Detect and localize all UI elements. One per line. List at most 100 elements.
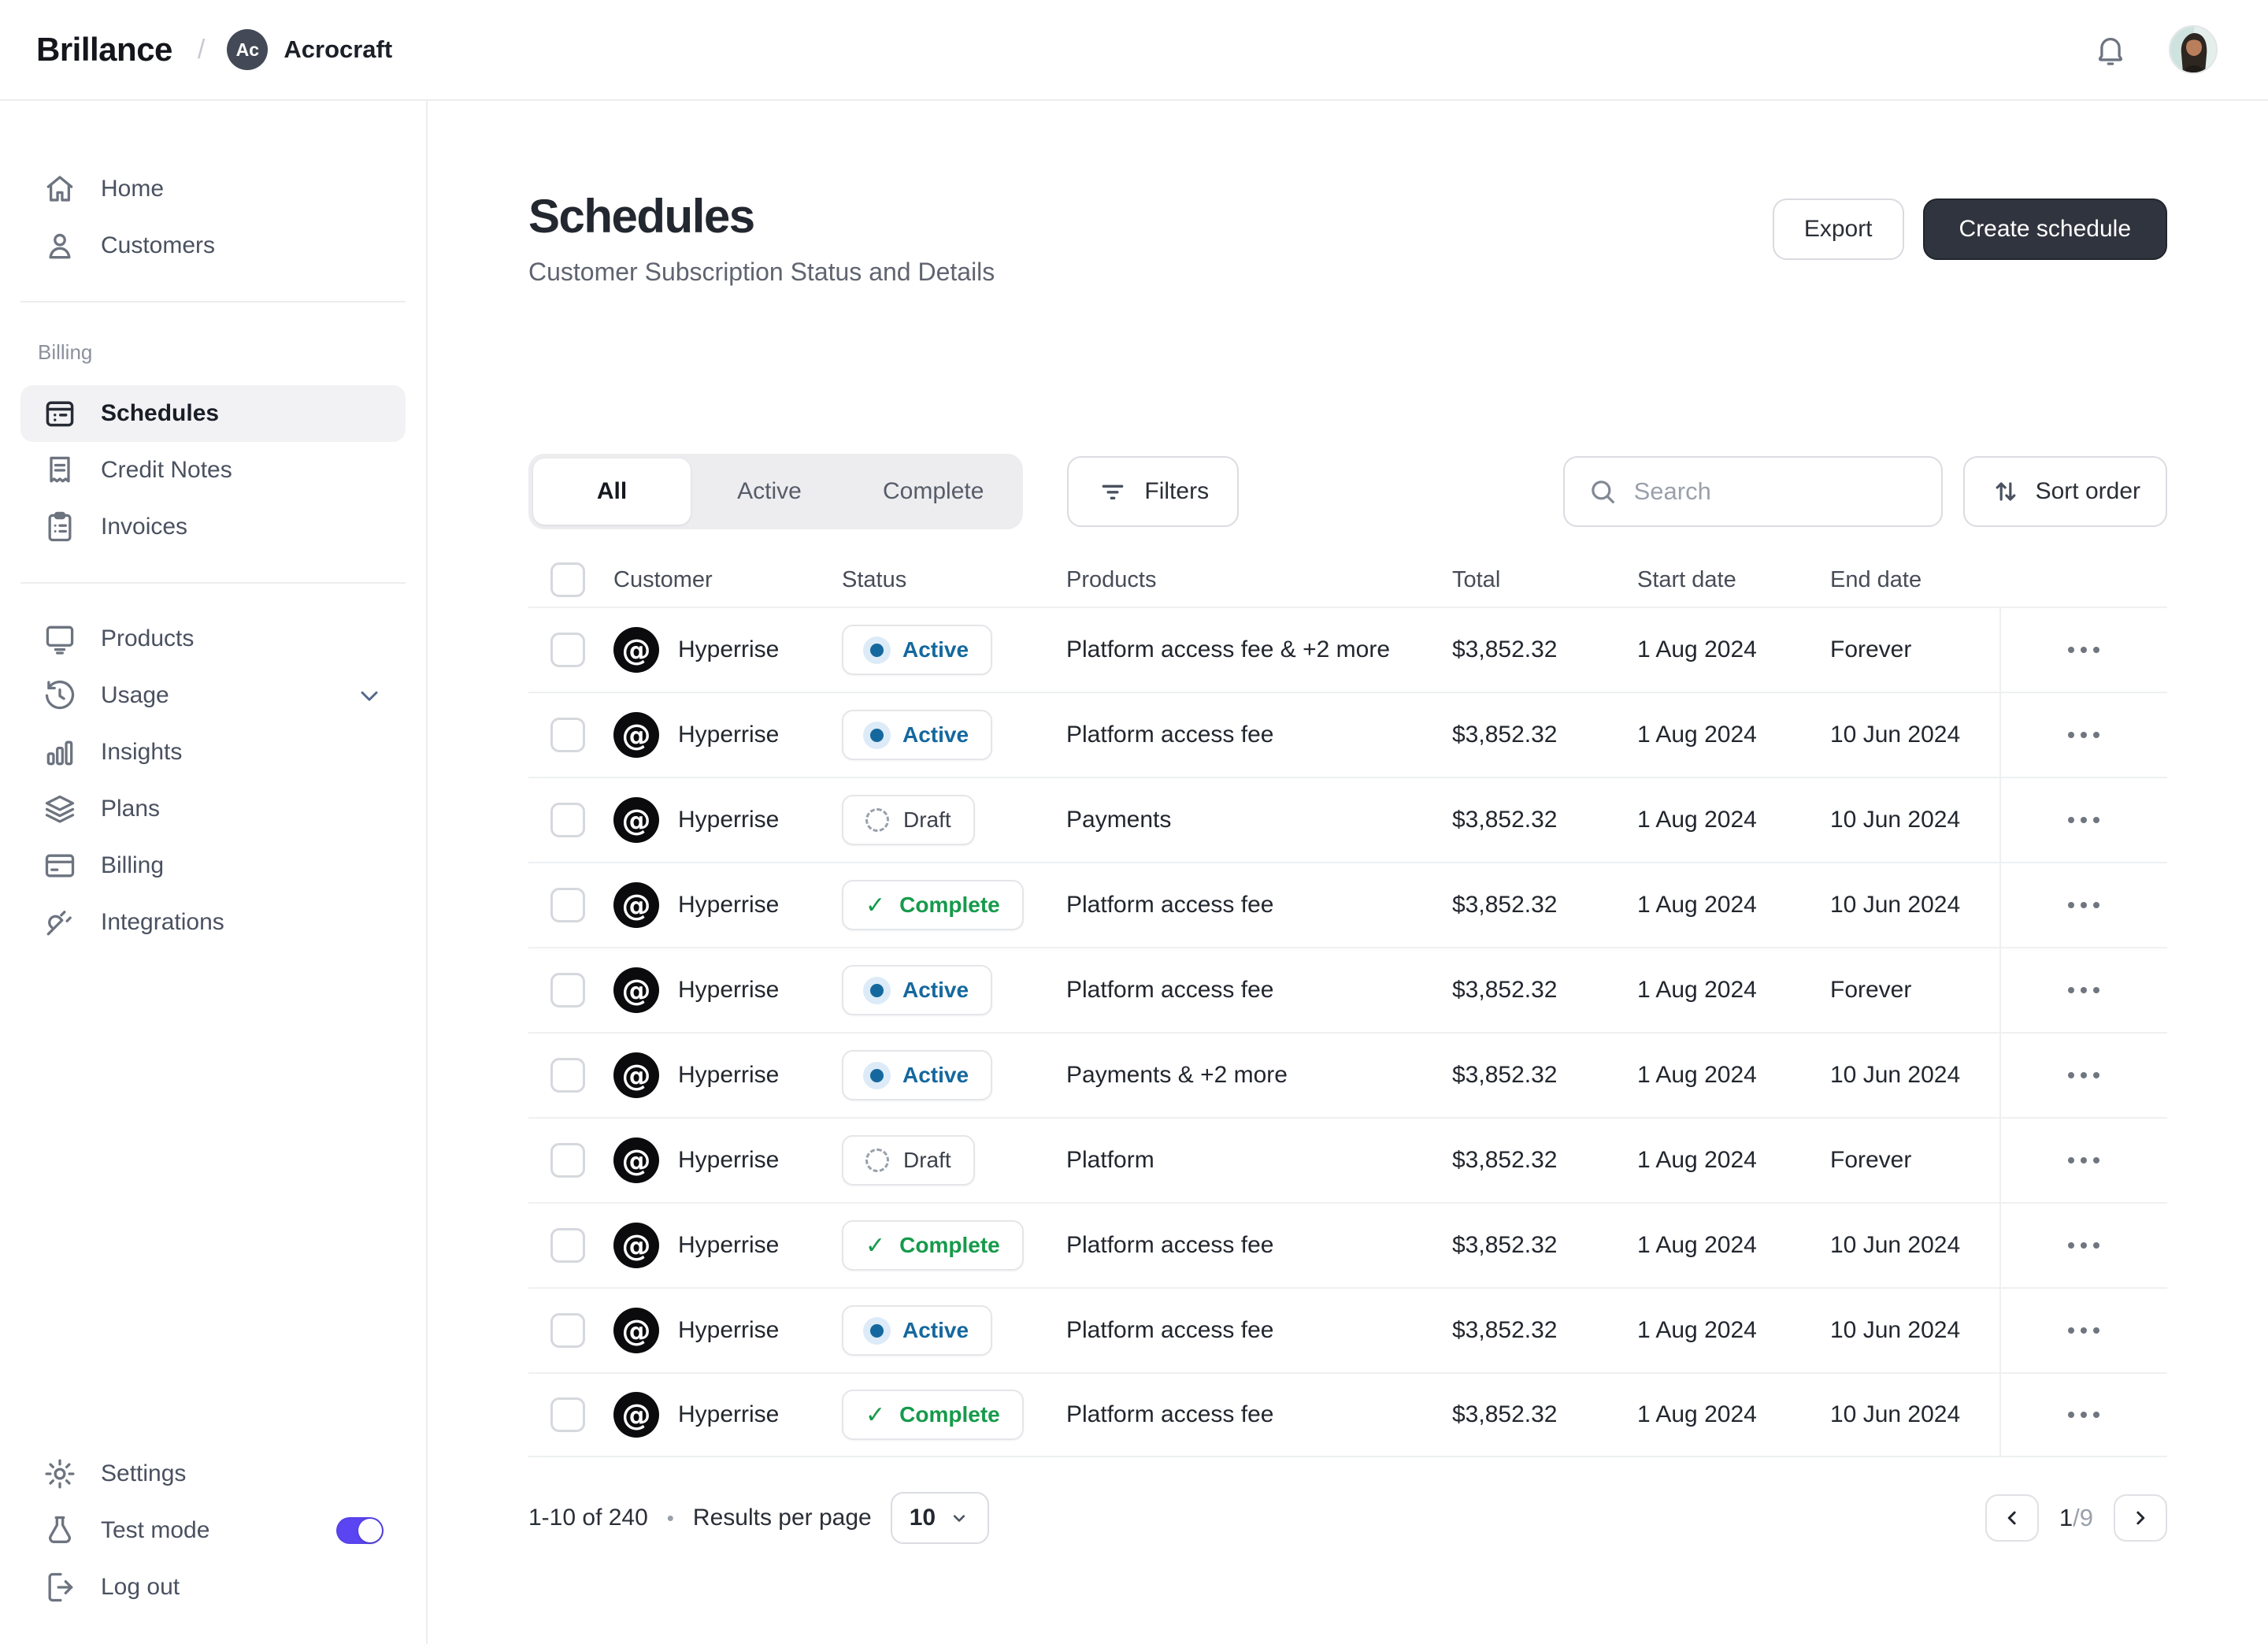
plans-icon bbox=[43, 792, 77, 826]
row-actions-menu-icon[interactable] bbox=[1999, 1204, 2166, 1287]
column-header-start-date[interactable]: Start date bbox=[1637, 567, 1830, 593]
page-header: Schedules Customer Subscription Status a… bbox=[528, 101, 2167, 287]
status-label: Draft bbox=[903, 1148, 951, 1173]
sidebar-item-settings[interactable]: Settings bbox=[20, 1445, 406, 1502]
column-header-status[interactable]: Status bbox=[842, 567, 1066, 593]
sidebar-item-credit-notes[interactable]: Credit Notes bbox=[20, 442, 406, 499]
sidebar-item-home[interactable]: Home bbox=[20, 161, 406, 217]
search-input[interactable] bbox=[1634, 477, 1919, 506]
column-header-products[interactable]: Products bbox=[1066, 567, 1452, 593]
row-checkbox[interactable] bbox=[550, 718, 585, 752]
sidebar-item-plans[interactable]: Plans bbox=[20, 781, 406, 837]
table-row[interactable]: @ Hyperrise ✓ Active Platform access fee… bbox=[528, 607, 2167, 692]
next-page-button[interactable] bbox=[2114, 1494, 2167, 1542]
customer-cell: @ Hyperrise bbox=[613, 1137, 842, 1183]
sidebar-divider bbox=[20, 582, 406, 584]
row-actions-menu-icon[interactable] bbox=[1999, 1374, 2166, 1456]
row-checkbox[interactable] bbox=[550, 973, 585, 1008]
prev-page-button[interactable] bbox=[1985, 1494, 2039, 1542]
chevron-right-icon bbox=[2129, 1506, 2152, 1530]
per-page-select[interactable]: 10 bbox=[891, 1492, 989, 1544]
row-actions-menu-icon[interactable] bbox=[1999, 778, 2166, 862]
select-all-checkbox[interactable] bbox=[550, 562, 585, 597]
test-mode-toggle[interactable] bbox=[336, 1517, 384, 1544]
sidebar-item-products[interactable]: Products bbox=[20, 610, 406, 667]
sidebar-item-billing[interactable]: Billing bbox=[20, 837, 406, 894]
org-avatar-badge[interactable]: Ac bbox=[227, 29, 268, 70]
customer-logo: @ bbox=[613, 1392, 659, 1438]
row-checkbox[interactable] bbox=[550, 1228, 585, 1263]
table-row[interactable]: @ Hyperrise ✓ Complete Platform access f… bbox=[528, 1372, 2167, 1457]
status-label: Active bbox=[902, 978, 969, 1003]
dot-separator: • bbox=[667, 1506, 674, 1531]
sidebar-item-customers[interactable]: Customers bbox=[20, 217, 406, 274]
row-actions-menu-icon[interactable] bbox=[1999, 1119, 2166, 1202]
integrations-icon bbox=[43, 905, 77, 940]
status-label: Active bbox=[902, 637, 969, 662]
column-header-total[interactable]: Total bbox=[1452, 567, 1637, 593]
chevron-left-icon bbox=[2000, 1506, 2024, 1530]
table-row[interactable]: @ Hyperrise ✓ Draft Payments $3,852.32 1… bbox=[528, 777, 2167, 862]
products-cell: Platform access fee bbox=[1066, 722, 1452, 748]
sort-order-button[interactable]: Sort order bbox=[1963, 456, 2167, 527]
row-checkbox[interactable] bbox=[550, 803, 585, 837]
sidebar-item-schedules[interactable]: Schedules bbox=[20, 385, 406, 442]
sidebar-item-insights[interactable]: Insights bbox=[20, 724, 406, 781]
page-indicator: 1/9 bbox=[2059, 1504, 2093, 1532]
status-badge: ✓ Draft bbox=[842, 1135, 975, 1186]
status-badge: ✓ Complete bbox=[842, 1390, 1024, 1440]
breadcrumb-separator: / bbox=[198, 35, 205, 65]
logout-icon bbox=[43, 1570, 77, 1605]
breadcrumb-org-name[interactable]: Acrocraft bbox=[284, 35, 392, 64]
sidebar-item-logout[interactable]: Log out bbox=[20, 1559, 406, 1616]
chevron-down-icon[interactable] bbox=[355, 681, 384, 710]
column-header-end-date[interactable]: End date bbox=[1830, 567, 1999, 593]
customer-cell: @ Hyperrise bbox=[613, 1052, 842, 1098]
table-row[interactable]: @ Hyperrise ✓ Active Payments & +2 more … bbox=[528, 1032, 2167, 1117]
row-actions-menu-icon[interactable] bbox=[1999, 1034, 2166, 1117]
customer-logo: @ bbox=[613, 1052, 659, 1098]
column-header-customer[interactable]: Customer bbox=[613, 567, 842, 593]
table-row[interactable]: @ Hyperrise ✓ Active Platform access fee… bbox=[528, 947, 2167, 1032]
brand-logo[interactable]: Brillance bbox=[36, 31, 172, 69]
row-actions-menu-icon[interactable] bbox=[1999, 608, 2166, 692]
customer-logo: @ bbox=[613, 1137, 659, 1183]
sidebar-item-invoices[interactable]: Invoices bbox=[20, 499, 406, 555]
table-row[interactable]: @ Hyperrise ✓ Complete Platform access f… bbox=[528, 862, 2167, 947]
row-actions-menu-icon[interactable] bbox=[1999, 948, 2166, 1032]
sidebar-item-test-mode[interactable]: Test mode bbox=[20, 1502, 406, 1559]
user-avatar[interactable] bbox=[2169, 25, 2218, 74]
total-cell: $3,852.32 bbox=[1452, 636, 1637, 663]
row-checkbox[interactable] bbox=[550, 1058, 585, 1093]
sidebar-item-integrations[interactable]: Integrations bbox=[20, 894, 406, 951]
products-cell: Platform access fee bbox=[1066, 1232, 1452, 1259]
sidebar-item-usage[interactable]: Usage bbox=[20, 667, 406, 724]
total-cell: $3,852.32 bbox=[1452, 1232, 1637, 1259]
export-button[interactable]: Export bbox=[1773, 199, 1904, 260]
customer-cell: @ Hyperrise bbox=[613, 882, 842, 928]
status-badge: ✓ Active bbox=[842, 1050, 992, 1100]
draft-dashed-circle-icon bbox=[865, 1149, 889, 1172]
row-actions-menu-icon[interactable] bbox=[1999, 1289, 2166, 1372]
tab-active[interactable]: Active bbox=[691, 458, 848, 525]
row-actions-menu-icon[interactable] bbox=[1999, 863, 2166, 947]
customer-name: Hyperrise bbox=[678, 636, 779, 663]
tab-complete[interactable]: Complete bbox=[848, 458, 1018, 525]
row-checkbox[interactable] bbox=[550, 1313, 585, 1348]
row-checkbox[interactable] bbox=[550, 1397, 585, 1432]
table-row[interactable]: @ Hyperrise ✓ Complete Platform access f… bbox=[528, 1202, 2167, 1287]
tab-all[interactable]: All bbox=[533, 458, 691, 525]
notifications-bell-icon[interactable] bbox=[2090, 29, 2131, 70]
row-checkbox[interactable] bbox=[550, 888, 585, 922]
sidebar-item-label: Settings bbox=[101, 1460, 186, 1487]
filters-button[interactable]: Filters bbox=[1067, 456, 1239, 527]
table-row[interactable]: @ Hyperrise ✓ Draft Platform $3,852.32 1… bbox=[528, 1117, 2167, 1202]
sidebar-item-label: Plans bbox=[101, 796, 160, 822]
row-checkbox[interactable] bbox=[550, 1143, 585, 1178]
page-subtitle: Customer Subscription Status and Details bbox=[528, 258, 2167, 287]
table-row[interactable]: @ Hyperrise ✓ Active Platform access fee… bbox=[528, 1287, 2167, 1372]
row-actions-menu-icon[interactable] bbox=[1999, 693, 2166, 777]
create-schedule-button[interactable]: Create schedule bbox=[1923, 199, 2167, 260]
row-checkbox[interactable] bbox=[550, 633, 585, 667]
table-row[interactable]: @ Hyperrise ✓ Active Platform access fee… bbox=[528, 692, 2167, 777]
